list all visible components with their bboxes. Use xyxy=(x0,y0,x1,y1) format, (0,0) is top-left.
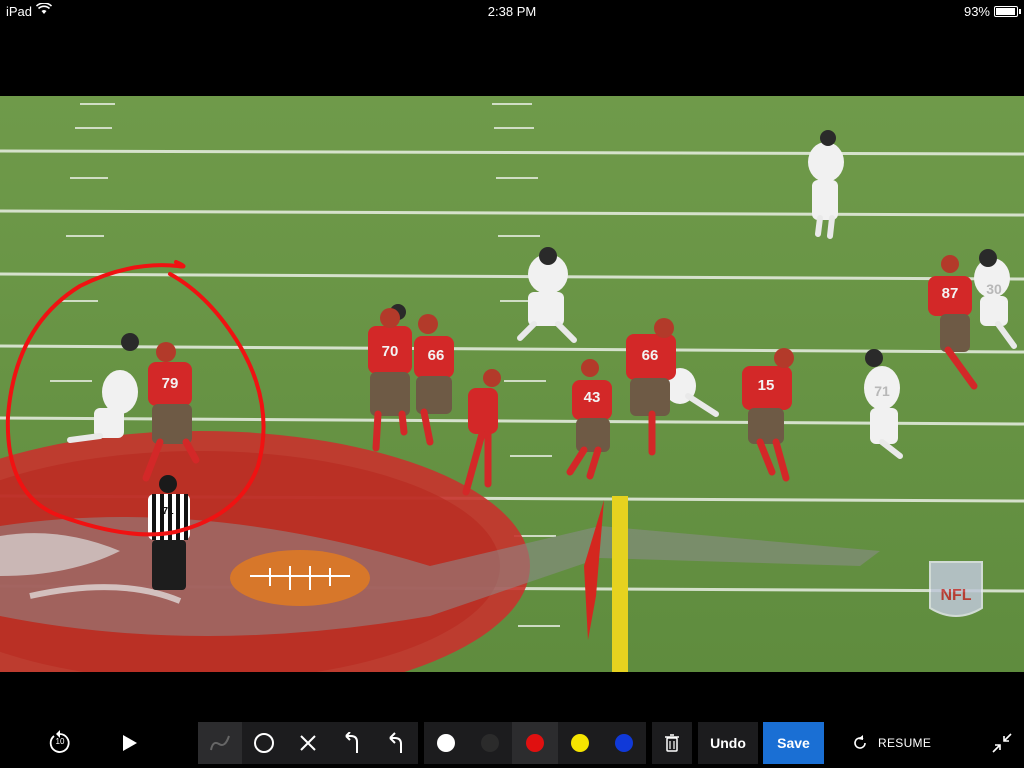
arrow-tool[interactable] xyxy=(374,722,418,764)
referee-number: 71 xyxy=(162,506,174,517)
collapse-arrows-icon xyxy=(992,733,1012,753)
freehand-tool[interactable] xyxy=(198,722,242,764)
color-yellow-button[interactable] xyxy=(558,722,602,764)
color-white-swatch xyxy=(437,734,455,752)
football-field-image: 79 70 66 43 66 15 87 30 71 71 NFL xyxy=(0,96,1024,672)
battery-icon xyxy=(994,6,1021,17)
undo-button[interactable]: Undo xyxy=(698,722,758,764)
exit-fullscreen-button[interactable] xyxy=(988,722,1016,764)
delete-button[interactable] xyxy=(652,722,692,764)
color-red-button[interactable] xyxy=(512,722,558,764)
color-palette xyxy=(424,722,646,764)
play-button[interactable] xyxy=(114,722,146,764)
jersey-71: 71 xyxy=(874,383,890,399)
status-time: 2:38 PM xyxy=(487,4,537,19)
freehand-icon xyxy=(210,735,230,751)
resume-label: RESUME xyxy=(878,736,932,750)
color-black-button[interactable] xyxy=(468,722,512,764)
rewind-10-button[interactable]: 10 xyxy=(44,722,76,764)
trash-icon xyxy=(665,734,679,752)
x-mark-icon xyxy=(300,735,316,751)
color-blue-swatch xyxy=(615,734,633,752)
status-bar: iPad 2:38 PM 93% xyxy=(0,0,1024,22)
goal-post xyxy=(612,496,628,672)
refresh-icon xyxy=(854,735,866,749)
color-red-swatch xyxy=(526,734,544,752)
curve-arrow-icon xyxy=(389,732,402,753)
jersey-66-left: 66 xyxy=(428,347,445,364)
circle-icon xyxy=(254,733,274,753)
resume-button[interactable]: RESUME xyxy=(852,722,936,764)
circle-tool[interactable] xyxy=(242,722,286,764)
rewind-label: 10 xyxy=(55,737,65,746)
play-icon xyxy=(123,735,137,751)
nfl-logo: NFL xyxy=(929,561,983,617)
color-white-button[interactable] xyxy=(424,722,468,764)
jersey-15: 15 xyxy=(758,377,775,394)
jersey-79: 79 xyxy=(162,375,179,392)
nfl-logo-text: NFL xyxy=(940,587,971,604)
jersey-43: 43 xyxy=(584,389,601,406)
color-yellow-swatch xyxy=(571,734,589,752)
jersey-30: 30 xyxy=(986,281,1002,297)
arrow-left-tool[interactable] xyxy=(330,722,374,764)
jersey-70: 70 xyxy=(382,343,399,360)
video-frame[interactable]: 79 70 66 43 66 15 87 30 71 71 NFL xyxy=(0,96,1024,672)
save-button[interactable]: Save xyxy=(763,722,824,764)
jersey-87: 87 xyxy=(942,285,959,302)
playback-toolbar: 10 Undo Save RESUME xyxy=(0,722,1024,764)
curve-arrow-left-icon xyxy=(345,732,358,753)
jersey-66-right: 66 xyxy=(642,347,659,364)
drawing-tools-group xyxy=(198,722,418,764)
color-black-swatch xyxy=(481,734,499,752)
battery-percent: 93% xyxy=(963,4,990,19)
x-tool[interactable] xyxy=(286,722,330,764)
color-blue-button[interactable] xyxy=(602,722,646,764)
